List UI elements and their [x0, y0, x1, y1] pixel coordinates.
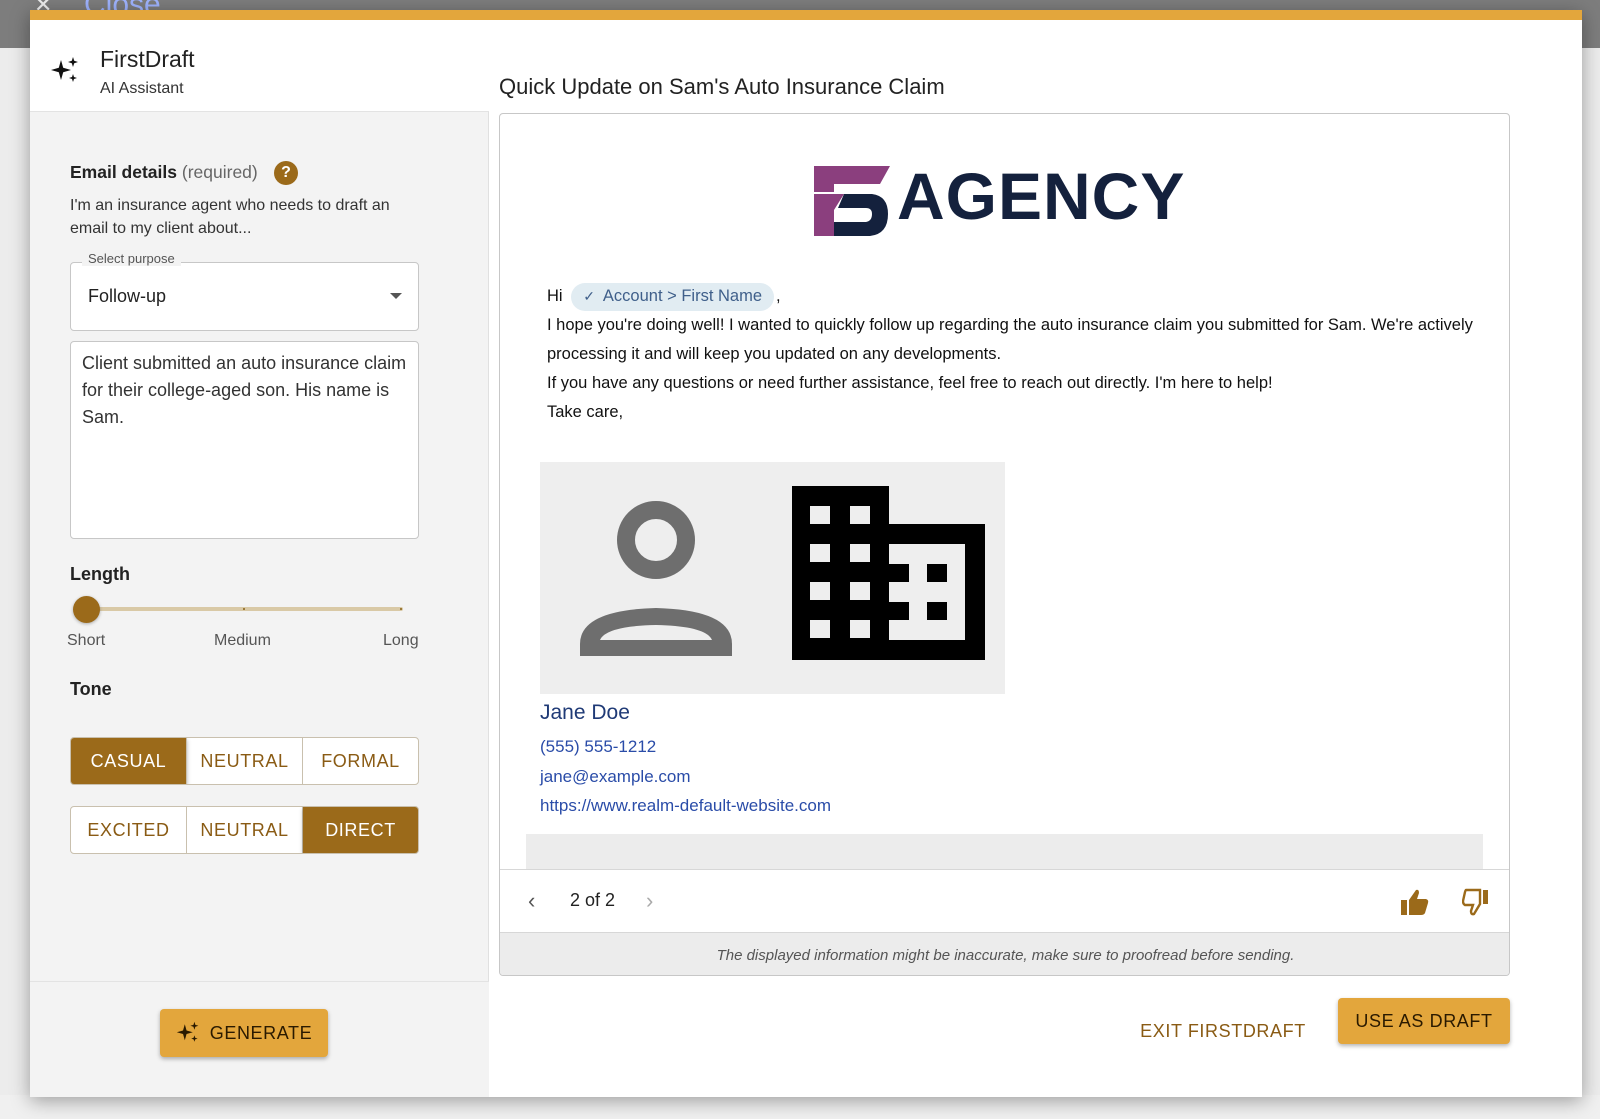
greeting: Hi	[547, 287, 563, 305]
firstdraft-dialog: FirstDraft AI Assistant Email details (r…	[30, 10, 1582, 1097]
length-slider-thumb[interactable]	[73, 596, 100, 623]
purpose-select-legend: Select purpose	[82, 251, 181, 266]
signature-website[interactable]: https://www.realm-default-website.com	[540, 796, 831, 816]
backdrop-bottom	[0, 1095, 1600, 1119]
thumbs-up-icon[interactable]	[1400, 888, 1430, 916]
tone-formality-group: CASUAL NEUTRAL FORMAL	[70, 737, 419, 785]
length-slider-track[interactable]	[87, 607, 403, 611]
tone-neutral-button[interactable]: NEUTRAL	[187, 738, 303, 784]
help-icon[interactable]: ?	[274, 161, 298, 185]
sparkles-icon	[51, 57, 78, 82]
email-paragraph: I hope you're doing well! I wanted to qu…	[547, 316, 1473, 363]
tone-neutral-2-button[interactable]: NEUTRAL	[187, 807, 303, 853]
sparkles-icon	[176, 1021, 199, 1042]
backdrop-right	[1582, 48, 1600, 1119]
email-details-title: Email details	[70, 162, 177, 182]
chevron-left-icon[interactable]: ‹	[528, 890, 542, 912]
building-icon	[792, 486, 985, 660]
length-mark-short[interactable]: Short	[67, 632, 105, 650]
tone-formal-button[interactable]: FORMAL	[303, 738, 418, 784]
preview-footer-strip	[526, 834, 1483, 870]
chevron-down-icon[interactable]	[390, 293, 402, 299]
settings-panel: FirstDraft AI Assistant Email details (r…	[30, 20, 489, 1097]
tone-energy-group: EXCITED NEUTRAL DIRECT	[70, 806, 419, 854]
length-mark-long[interactable]: Long	[383, 632, 419, 650]
slider-tick-long	[400, 608, 402, 610]
email-subject: Quick Update on Sam's Auto Insurance Cla…	[499, 74, 945, 99]
tone-label: Tone	[70, 679, 112, 699]
email-body: Hi ✓ Account > First Name , I hope you'r…	[547, 282, 1477, 427]
required-note: (required)	[181, 162, 258, 182]
app-title: FirstDraft	[100, 46, 195, 72]
generate-label: GENERATE	[209, 1022, 313, 1043]
use-as-draft-button[interactable]: USE AS DRAFT	[1338, 998, 1510, 1044]
signature-image	[540, 462, 1005, 694]
generate-button[interactable]: GENERATE	[160, 1009, 328, 1057]
signature-name: Jane Doe	[540, 701, 630, 724]
email-signoff: Take care,	[547, 403, 624, 421]
disclaimer: The displayed information might be inacc…	[500, 932, 1509, 975]
check-icon: ✓	[583, 288, 595, 305]
email-details-label: Email details (required)	[70, 162, 258, 183]
email-paragraph: If you have any questions or need furthe…	[547, 374, 1273, 392]
exit-firstdraft-button[interactable]: EXIT FIRSTDRAFT	[1136, 1008, 1310, 1054]
tone-direct-button[interactable]: DIRECT	[303, 807, 418, 853]
email-details-description: I'm an insurance agent who needs to draf…	[70, 197, 390, 237]
greeting-line: Hi ✓ Account > First Name ,	[547, 282, 1477, 311]
tone-casual-button[interactable]: CASUAL	[71, 738, 187, 784]
agency-logo-icon	[814, 166, 890, 236]
length-label: Length	[70, 564, 130, 584]
email-notes-textarea[interactable]: Client submitted an auto insurance claim…	[70, 341, 419, 539]
signature-email[interactable]: jane@example.com	[540, 767, 691, 787]
merge-field-label: Account > First Name	[602, 287, 763, 306]
pager-bar: ‹ 2 of 2 ›	[500, 869, 1509, 932]
brand-header: FirstDraft AI Assistant	[30, 20, 489, 112]
merge-field-chip[interactable]: ✓ Account > First Name	[571, 282, 775, 311]
greeting-suffix: ,	[776, 287, 781, 305]
agency-logo-text: AGENCY	[897, 159, 1186, 233]
thumbs-down-icon[interactable]	[1462, 888, 1490, 916]
slider-tick-medium	[243, 608, 245, 610]
length-mark-medium[interactable]: Medium	[214, 632, 271, 650]
email-preview: AGENCY Hi ✓ Account > First Name , I hop…	[499, 113, 1510, 976]
signature-phone[interactable]: (555) 555-1212	[540, 737, 656, 757]
chevron-right-icon[interactable]: ›	[646, 890, 660, 912]
app-subtitle: AI Assistant	[100, 80, 184, 97]
tone-excited-button[interactable]: EXCITED	[71, 807, 187, 853]
pager-text: 2 of 2	[570, 890, 616, 910]
purpose-select-value[interactable]: Follow-up	[88, 286, 166, 307]
person-icon	[580, 501, 732, 656]
backdrop-left	[0, 48, 30, 1119]
